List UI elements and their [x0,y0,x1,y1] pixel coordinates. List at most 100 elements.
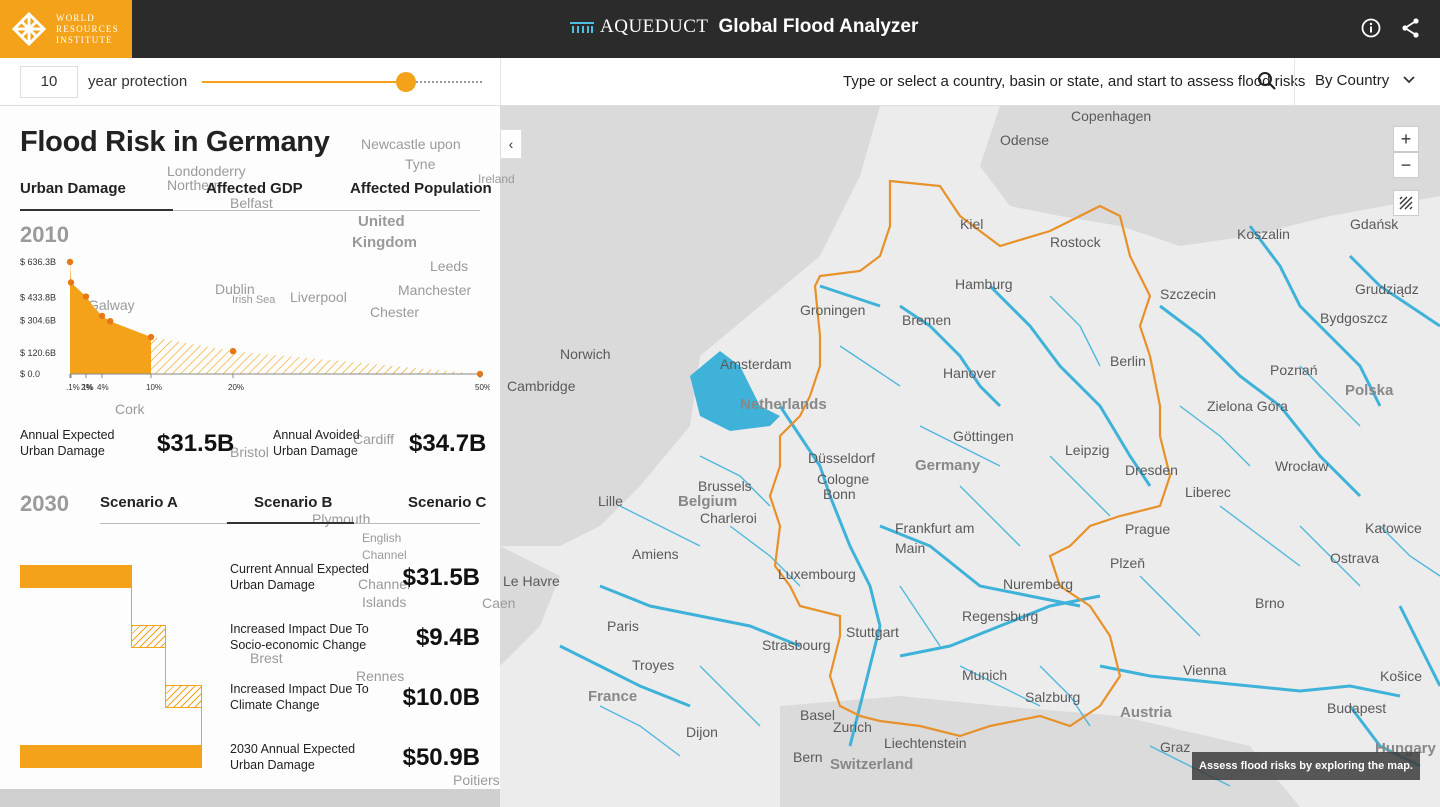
map-label: Main [895,540,926,556]
map-label: Basel [800,707,836,723]
protection-label: year protection [88,73,188,90]
aqueduct-icon [570,22,594,33]
waterfall-connector [201,708,202,746]
zoom-in-button[interactable]: + [1393,126,1419,152]
map-label: Troyes [632,657,675,673]
map-label: Kiel [960,216,984,232]
waterfall-value: $31.5B [402,564,480,591]
org-line-1: WORLD [56,12,95,23]
map-label: Tyne [405,156,436,172]
protection-years-input[interactable]: 10 [20,66,78,98]
tab-scenario-b[interactable]: Scenario B [254,494,332,511]
map-label: Leipzig [1065,442,1110,458]
map-label: Bern [793,749,823,765]
data-point [98,312,106,320]
map-label: Berlin [1110,353,1146,369]
map-label: Belfast [230,195,273,211]
chevron-down-icon[interactable] [1402,75,1416,85]
map-label: Budapest [1327,700,1387,716]
map-label: Bremen [902,312,952,328]
y-tick-label: $ 0.0 [20,369,40,379]
x-tick-label: 10% [146,383,162,392]
map-label: Copenhagen [1071,108,1152,124]
waterfall-label-line2: Climate Change [230,698,320,712]
map-label: Hamburg [955,276,1013,292]
waterfall-label-line1: Increased Impact Due To [230,622,369,636]
year-2010-label: 2010 [20,222,69,247]
tab-urban-damage[interactable]: Urban Damage [20,180,126,197]
map-label: Belgium [678,493,738,510]
map-label: Netherlands [740,396,827,413]
map-label: Bristol [230,444,269,460]
tab-affected-gdp[interactable]: Affected GDP [206,180,303,197]
waterfall-label-line2: Socio-economic Change [230,638,367,652]
map-label: Wrocław [1275,458,1329,474]
divider [500,58,501,106]
annual-avoided-label-line2: Urban Damage [273,444,358,458]
map-label: Frankfurt am [895,520,975,536]
horizontal-scrollbar[interactable] [0,789,500,807]
risk-panel: Newcastle upon Tyne United Kingdom Leeds… [0,106,515,789]
map-label: Szczecin [1160,286,1217,302]
waterfall-connector [131,588,132,626]
map-label: Graz [1160,739,1191,755]
map-label: Plymouth [312,511,371,527]
map-label: Rostock [1050,234,1101,250]
map-label: Salzburg [1025,689,1081,705]
waterfall-value: $50.9B [402,744,480,771]
annual-avoided-value: $34.7B [409,430,487,457]
map-label: Poitiers [453,772,500,788]
x-tick-label: 50% [475,383,490,392]
tab-affected-population[interactable]: Affected Population [350,180,492,197]
tab-scenario-c[interactable]: Scenario C [408,494,486,511]
protection-slider[interactable] [202,70,482,94]
map-label: Stuttgart [846,624,899,640]
map-label: Košice [1380,668,1423,684]
layers-toggle-button[interactable] [1393,190,1419,216]
zoom-out-button[interactable]: − [1393,152,1419,178]
waterfall-label-line2: Urban Damage [230,758,315,772]
tab-scenario-a[interactable]: Scenario A [100,494,178,511]
map-label: Austria [1120,704,1172,721]
map-label: Polska [1345,382,1394,399]
slider-handle[interactable] [396,72,416,92]
collapse-panel-button[interactable]: ‹ [500,129,522,159]
waterfall-label: Increased Impact Due To Climate Change [230,681,369,713]
map-label: Brno [1255,595,1285,611]
map-label: Katowice [1365,520,1422,536]
waterfall-label: 2030 Annual Expected Urban Damage [230,741,355,773]
year-2030-label: 2030 [20,491,69,516]
protected-damage-area [70,262,151,374]
wri-logo[interactable]: WORLD RESOURCES INSTITUTE [0,0,132,58]
waterfall-bar-socioeconomic [131,625,166,648]
map-label: Odense [1000,132,1050,148]
slider-fill [202,81,406,83]
active-scenario-indicator [227,522,354,524]
waterfall-connector [165,648,166,686]
annual-avoided-label-line1: Annual Avoided [273,428,360,442]
info-icon[interactable] [1359,16,1383,40]
y-tick-label: $ 120.6B [20,348,56,358]
map-label: Islands [362,594,407,610]
search-input[interactable]: Type or select a country, basin or state… [843,73,1305,90]
map-label: Liberec [1185,484,1231,500]
waterfall-bar-2030 [20,745,202,768]
map-label: Ostrava [1330,550,1380,566]
risk-curve-chart: $ 636.3B$ 433.8B$ 304.6B$ 120.6B$ 0.0.1%… [20,257,490,392]
share-icon[interactable] [1399,16,1423,40]
search-icon[interactable] [1257,71,1277,91]
map-label: Amiens [632,546,679,562]
map-hint-toast: Assess flood risks by exploring the map. [1192,752,1420,780]
org-line-3: INSTITUTE [56,34,113,45]
group-select[interactable]: By Country [1315,72,1389,89]
map-label: Prague [1125,521,1171,537]
map-label: Bonn [823,486,856,502]
map-label: Norwich [560,346,611,362]
map-label: Lille [598,493,623,509]
annual-expected-label-line2: Urban Damage [20,444,105,458]
data-point [106,317,114,325]
map-label: Koszalin [1237,226,1290,242]
map-label: Channel [362,548,407,562]
map-label: Liechtenstein [884,735,967,751]
waterfall-bar-current [20,565,132,588]
